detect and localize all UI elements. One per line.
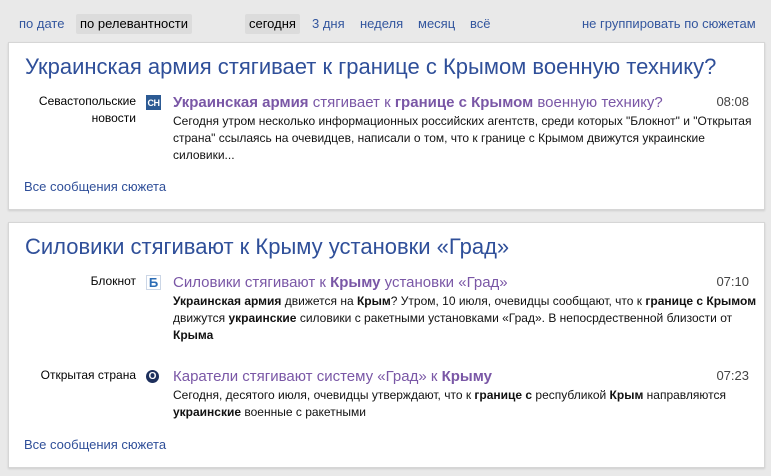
text-fragment: военные с ракетными [241,405,366,419]
highlighted-text: Украинская армия [173,294,282,308]
all-story-messages-link[interactable]: Все сообщения сюжета [24,437,166,452]
item-snippet: Украинская армия движется на Крым? Утром… [173,293,758,344]
item-time: 08:08 [716,94,749,109]
highlighted-text: Украинская армия [173,94,309,111]
period-today-link[interactable]: сегодня [245,14,300,34]
sort-by-relevance-link[interactable]: по релевантности [76,14,192,34]
item-time: 07:10 [716,274,749,289]
sort-by-date-link[interactable]: по дате [19,14,64,34]
highlighted-text: границе с Крымом [645,294,757,308]
text-fragment: Сегодня утром несколько информационных р… [173,114,752,162]
filter-bar: по дате по релевантности сегодня 3 дня н… [0,0,771,38]
highlighted-text: Крыма [173,328,214,342]
story-card: Силовики стягивают к Крыму установки «Гр… [8,222,765,468]
story-item: Блокнот Б Силовики стягивают к Крыму уст… [9,273,764,343]
all-story-messages-link[interactable]: Все сообщения сюжета [24,179,166,194]
highlighted-text: украинские [228,311,297,325]
story-title[interactable]: Украинская армия стягивает к границе с К… [25,53,716,81]
text-fragment: военную технику? [533,94,663,111]
highlighted-text: границе с Крымом [394,94,534,111]
text-fragment: силовики с ракетными установками «Град».… [296,311,733,325]
text-fragment: стягивает к [308,94,395,111]
highlighted-text: украинские [173,405,242,419]
story-title[interactable]: Силовики стягивают к Крыму установки «Гр… [25,233,509,261]
period-week-link[interactable]: неделя [360,14,403,34]
source-name[interactable]: Севастопольские новости [16,93,136,127]
text-fragment: ? Утром, 10 июля, очевидцы сообщают, что… [390,294,646,308]
highlighted-text: Крыму [330,274,381,291]
period-3-days-link[interactable]: 3 дня [312,14,345,34]
text-fragment: установки «Град» [380,274,508,291]
bloknot-icon: Б [146,275,161,290]
item-snippet: Сегодня, десятого июля, очевидцы утвержд… [173,387,758,421]
highlighted-text: Крым [356,294,391,308]
period-month-link[interactable]: месяц [418,14,455,34]
text-fragment: движутся [173,311,229,325]
highlighted-text: Крыму [441,368,492,385]
item-time: 07:23 [716,368,749,383]
item-headline[interactable]: Каратели стягивают систему «Град» к Крым… [173,367,492,386]
item-snippet: Сегодня утром несколько информационных р… [173,113,758,164]
otkrytaya-strana-icon: О [146,370,159,383]
period-all-link[interactable]: всё [470,14,491,34]
item-headline[interactable]: Силовики стягивают к Крыму установки «Гр… [173,273,508,292]
story-item: Открытая страна О Каратели стягивают сис… [9,367,764,419]
source-name[interactable]: Открытая страна [16,367,136,384]
highlighted-text: границе с [474,388,533,402]
text-fragment: Сегодня, десятого июля, очевидцы утвержд… [173,388,475,402]
text-fragment: Силовики стягивают к [173,274,331,291]
text-fragment: направляются [643,388,727,402]
no-grouping-link[interactable]: не группировать по сюжетам [582,14,756,34]
highlighted-text: Крым [609,388,644,402]
story-item: Севастопольские новости СН Украинская ар… [9,93,764,163]
story-card: Украинская армия стягивает к границе с К… [8,42,765,210]
sn-icon: СН [146,95,161,110]
source-name[interactable]: Блокнот [16,273,136,290]
text-fragment: движется на [281,294,357,308]
text-fragment: республикой [532,388,610,402]
text-fragment: Каратели стягивают систему «Град» к [173,368,442,385]
item-headline[interactable]: Украинская армия стягивает к границе с К… [173,93,663,112]
